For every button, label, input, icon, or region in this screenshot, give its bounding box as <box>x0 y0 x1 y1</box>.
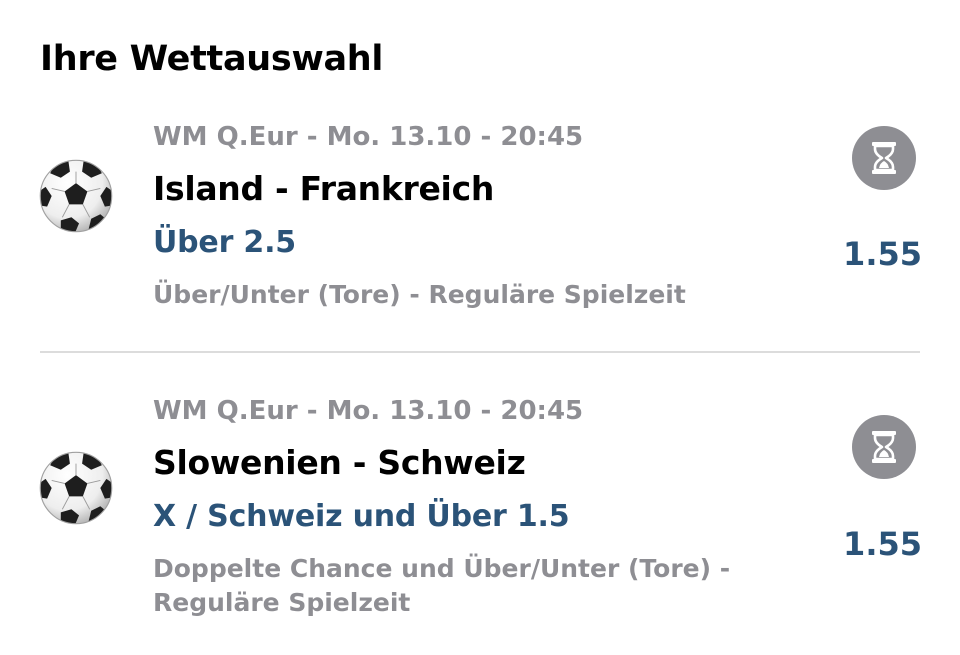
soccer-ball-icon <box>39 451 113 525</box>
divider <box>40 351 920 353</box>
event-meta: WM Q.Eur - Mo. 13.10 - 20:45 <box>153 396 584 426</box>
bet-item[interactable]: WM Q.Eur - Mo. 13.10 - 20:45 Slowenien -… <box>0 392 960 632</box>
page-title: Ihre Wettauswahl <box>40 39 384 79</box>
bet-selection: X / Schweiz und Über 1.5 <box>153 499 570 534</box>
bet-market: Doppelte Chance und Über/Unter (Tore) - … <box>153 554 731 617</box>
soccer-ball-icon <box>39 159 113 233</box>
bet-market: Über/Unter (Tore) - Reguläre Spielzeit <box>153 280 686 309</box>
hourglass-icon <box>852 126 916 190</box>
bet-item[interactable]: WM Q.Eur - Mo. 13.10 - 20:45 Island - Fr… <box>0 118 960 328</box>
event-meta: WM Q.Eur - Mo. 13.10 - 20:45 <box>153 122 584 152</box>
match-title: Slowenien - Schweiz <box>153 443 526 482</box>
bet-selection: Über 2.5 <box>153 225 296 260</box>
match-title: Island - Frankreich <box>153 169 495 208</box>
odds-value: 1.55 <box>843 235 922 273</box>
odds-value: 1.55 <box>843 525 922 563</box>
hourglass-icon <box>852 415 916 479</box>
